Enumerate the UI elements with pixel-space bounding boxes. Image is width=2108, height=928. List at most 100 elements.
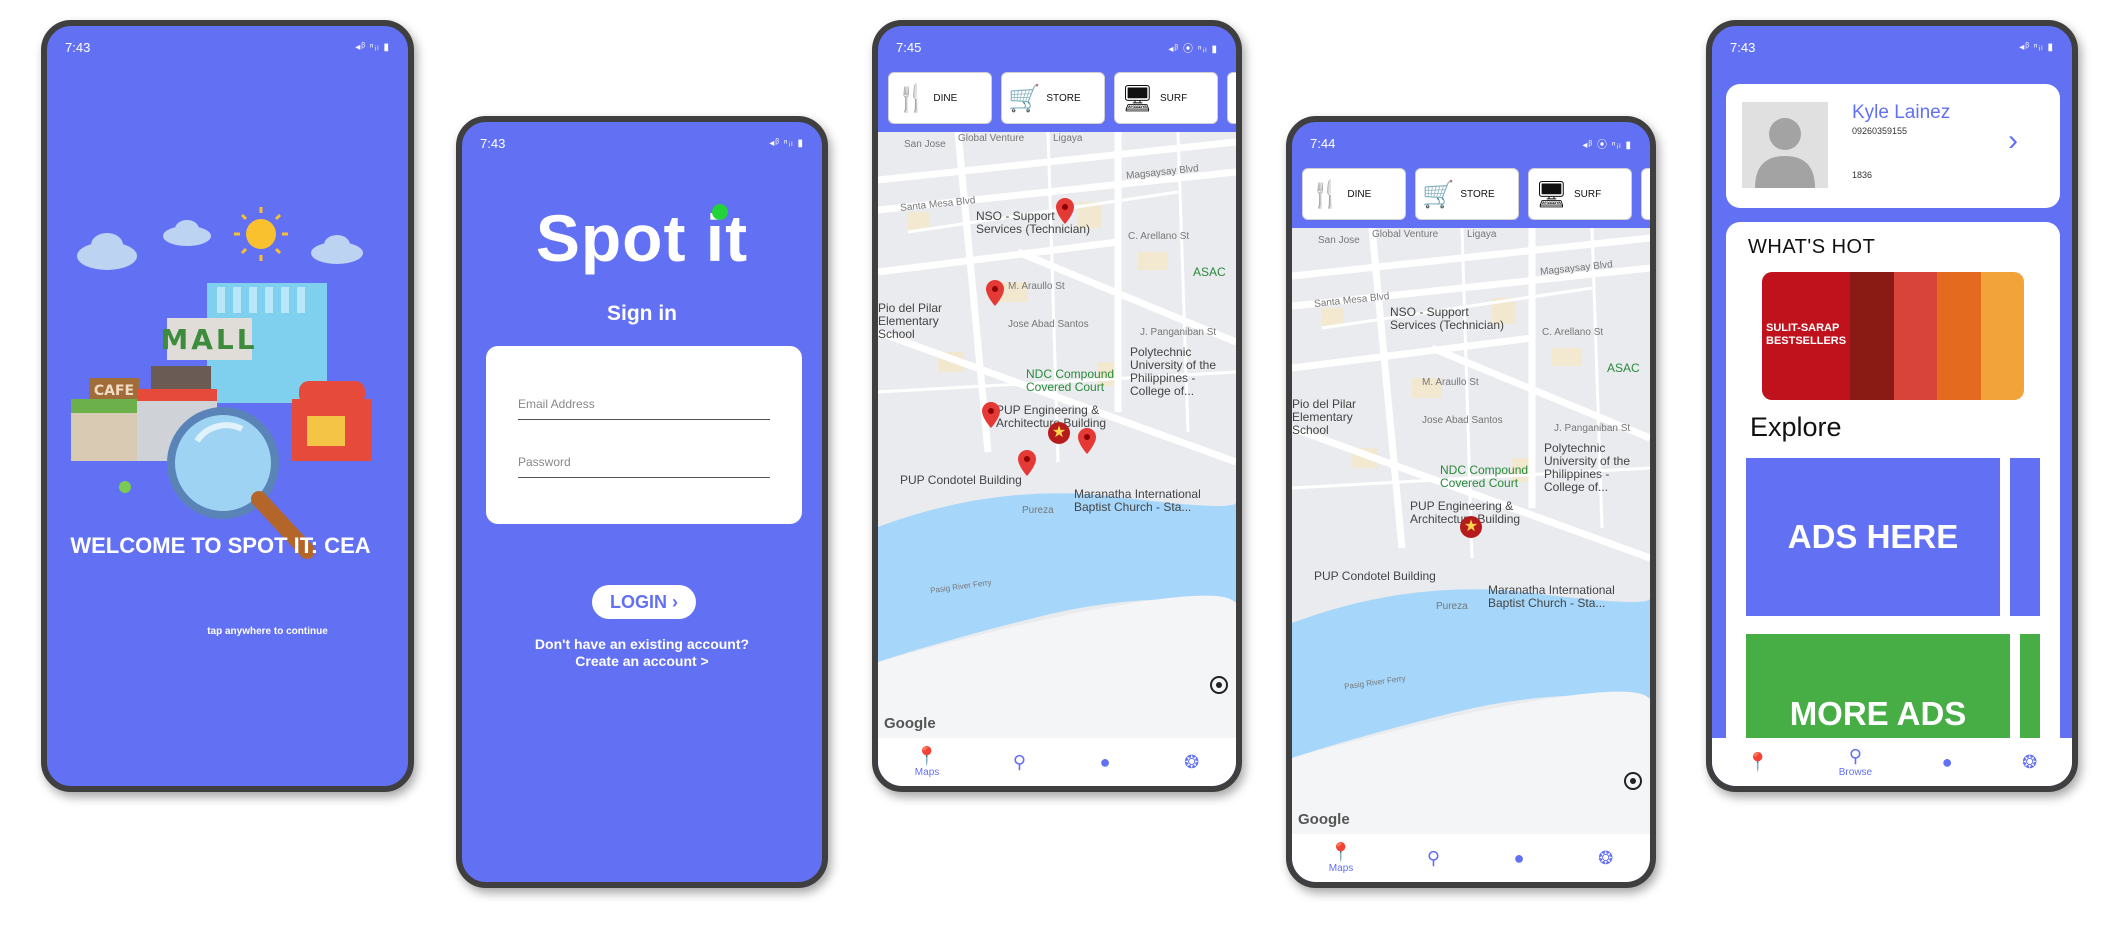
category-label: DINE	[933, 92, 958, 104]
create-account-link[interactable]: Create an account >	[462, 653, 822, 670]
nav-profile[interactable]: ●	[1514, 849, 1525, 867]
category-surf[interactable]: 🖥 SURF	[1528, 168, 1632, 220]
ad-banner[interactable]: ADS HERE	[1746, 458, 2000, 616]
signin-title: Sign in	[607, 302, 677, 325]
utensils-icon: 🍴	[895, 82, 928, 113]
category-more[interactable]	[1227, 72, 1236, 124]
status-time: 7:45	[896, 39, 922, 55]
map-label: Pureza	[1436, 601, 1468, 612]
map-pin-icon: 📍	[1746, 752, 1770, 772]
star-marker-icon[interactable]: ★	[1460, 516, 1482, 538]
category-surf[interactable]: 🖥 SURF	[1114, 72, 1218, 124]
brand-logo: Spot it	[535, 201, 749, 275]
nav-label: Browse	[1838, 766, 1873, 778]
no-account-text: Don't have an existing account?	[534, 636, 750, 652]
map-label: NDC Compound Covered Court	[1440, 463, 1529, 490]
ad-banner-next[interactable]	[2020, 634, 2040, 752]
status-bar: 7:43 ◂ᵝ ⁿᵢₗ ▮	[1712, 26, 2072, 68]
nav-aperture[interactable]: ❂	[1598, 849, 1613, 867]
nav-label: Maps	[914, 766, 940, 778]
status-icons: ◂ᵝ ⁿᵢₗ ▮	[769, 137, 804, 149]
ad-banner[interactable]: MORE ADS	[1746, 634, 2010, 752]
nav-aperture[interactable]: ❂	[2022, 753, 2037, 771]
status-time: 7:43	[65, 39, 91, 55]
map-label: J. Panganiban St	[1140, 327, 1217, 338]
map-label: M. Araullo St	[1008, 281, 1065, 292]
promo-text: SULIT-SARAP BESTSELLERS	[1762, 272, 1851, 400]
map-pin-icon: 📍	[1329, 841, 1353, 862]
my-location-icon[interactable]	[1210, 676, 1228, 694]
status-time: 7:43	[480, 135, 506, 151]
category-label: DINE	[1347, 188, 1372, 200]
nav-maps[interactable]: 📍	[1747, 753, 1769, 771]
status-icons: ◂ᵝ ⁿᵢₗ ▮	[2019, 41, 2054, 53]
cloud-icon	[77, 220, 363, 270]
map-pin-icon[interactable]	[982, 402, 1000, 428]
map-label: ASAC	[1193, 265, 1226, 279]
map-label: Jose Abad Santos	[1008, 319, 1089, 330]
search-icon: ⚲	[1848, 745, 1863, 766]
category-store[interactable]: 🛒 STORE	[1001, 72, 1105, 124]
map-label: Global Venture	[1372, 229, 1439, 240]
map-label: Jose Abad Santos	[1422, 415, 1503, 426]
cart-icon: 🛒	[1008, 82, 1041, 113]
category-more[interactable]	[1641, 168, 1650, 220]
nav-profile[interactable]: ●	[1100, 753, 1111, 771]
my-location-icon[interactable]	[1624, 772, 1642, 790]
person-icon: ●	[1941, 752, 1953, 772]
map-label: PUP Condotel Building	[1314, 569, 1436, 583]
nav-aperture[interactable]: ❂	[1184, 753, 1199, 771]
password-field[interactable]: Password	[518, 444, 770, 478]
map-view[interactable]: San Jose Global Venture Ligaya Magsaysay…	[878, 132, 1236, 744]
login-button[interactable]: LOGIN ›	[592, 585, 696, 619]
nav-label: Maps	[1328, 862, 1354, 874]
bottom-nav: 📍 ⚲ Browse ● ❂	[1712, 738, 2072, 786]
nav-search[interactable]: ⚲	[1013, 753, 1026, 771]
map-pin-icon[interactable]	[1018, 450, 1036, 476]
map-label: San Jose	[904, 139, 946, 150]
create-account-prompt[interactable]: Don't have an existing account? Create a…	[462, 636, 822, 670]
welcome-screen[interactable]: 7:43 ◂ᵝ ⁿᵢₗ ▮ MALL CAFE WELCOME TO SPOT …	[41, 20, 414, 792]
category-bar: 🍴 DINE 🛒 STORE 🖥 SURF	[888, 72, 1236, 124]
login-card: Email Address Password	[486, 346, 802, 524]
map-label: Ligaya	[1467, 229, 1497, 240]
nav-maps[interactable]: 📍 Maps	[1329, 843, 1353, 874]
nav-profile[interactable]: ●	[1942, 753, 1953, 771]
mall-sign: MALL	[160, 323, 257, 356]
nav-maps[interactable]: 📍 Maps	[915, 747, 939, 778]
map-screen-alt: 7:44 ◂ᵝ ⦿ ⁿᵢₗ ▮ 🍴 DINE 🛒 STORE 🖥 SURF San J…	[1286, 116, 1656, 888]
map-view[interactable]: San Jose Global Venture Ligaya Magsaysay…	[1292, 228, 1650, 840]
map-label: NSO - Support Services (Technician)	[1390, 305, 1505, 332]
ad-banner-next[interactable]	[2010, 458, 2040, 616]
status-time: 7:44	[1310, 135, 1336, 151]
signin-screen: 7:43 ◂ᵝ ⁿᵢₗ ▮ Spot it Sign in Email Addr…	[456, 116, 828, 888]
profile-card[interactable]: Kyle Lainez 09260359155 1836 ›	[1726, 84, 2060, 208]
category-store[interactable]: 🛒 STORE	[1415, 168, 1519, 220]
whats-hot-title: WHAT'S HOT	[1748, 236, 1876, 258]
nav-browse[interactable]: ⚲ Browse	[1839, 747, 1872, 778]
category-dine[interactable]: 🍴 DINE	[888, 72, 992, 124]
map-pin-icon: 📍	[915, 745, 939, 766]
email-field[interactable]: Email Address	[518, 386, 770, 420]
aperture-icon: ❂	[2022, 752, 2038, 772]
sun-icon	[234, 207, 288, 261]
map-pin-icon[interactable]	[1078, 428, 1096, 454]
category-dine[interactable]: 🍴 DINE	[1302, 168, 1406, 220]
category-label: SURF	[1574, 188, 1602, 200]
map-pin-icon[interactable]	[986, 280, 1004, 306]
nav-search[interactable]: ⚲	[1427, 849, 1440, 867]
welcome-title: WELCOME TO SPOT IT: CEA	[70, 533, 371, 558]
computer-icon: 🖥	[1535, 178, 1569, 209]
star-marker-icon[interactable]: ★	[1048, 422, 1070, 444]
explore-title: Explore	[1750, 412, 1842, 442]
category-label: STORE	[1460, 188, 1495, 200]
map-label: San Jose	[1318, 235, 1360, 246]
map-label: Pureza	[1022, 505, 1054, 516]
promo-banner[interactable]: SULIT-SARAP BESTSELLERS	[1762, 272, 2024, 400]
map-label: Ligaya	[1053, 133, 1083, 144]
tap-hint[interactable]: tap anywhere to continue	[47, 626, 408, 637]
brand-dot-icon	[712, 204, 728, 220]
chevron-right-icon[interactable]: ›	[2008, 124, 2018, 158]
search-icon: ⚲	[1012, 752, 1027, 772]
map-pin-icon[interactable]	[1056, 198, 1074, 224]
